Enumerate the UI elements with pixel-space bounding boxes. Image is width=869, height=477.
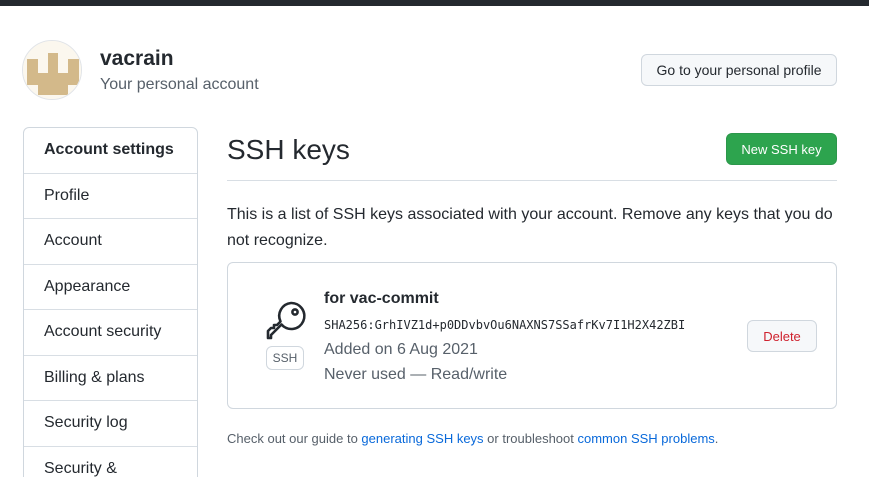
sidebar-item-billing-plans[interactable]: Billing & plans [24, 356, 197, 401]
page-title: SSH keys [227, 134, 350, 165]
title-divider [227, 180, 837, 181]
footer-prefix: Check out our guide to [227, 431, 362, 446]
account-subtitle: Your personal account [100, 76, 259, 93]
footer-middle: or troubleshoot [483, 431, 578, 446]
sidebar-item-profile[interactable]: Profile [24, 174, 197, 219]
sidebar-item-account-security[interactable]: Account security [24, 310, 197, 356]
common-ssh-problems-link[interactable]: common SSH problems [578, 431, 715, 446]
sidebar-item-account[interactable]: Account [24, 219, 197, 265]
avatar[interactable] [22, 40, 82, 100]
sidebar-item-appearance[interactable]: Appearance [24, 265, 197, 310]
key-icon [264, 299, 308, 343]
footer-suffix: . [714, 431, 719, 446]
ssh-key-item: SSH for vac-commit SHA256:GrhIVZ1d+p0DDv… [227, 262, 837, 409]
sidebar-item-security-log[interactable]: Security log [24, 401, 197, 447]
sidebar-item-security-analysis[interactable]: Security & [24, 447, 197, 477]
ssh-key-added-date: Added on 6 Aug 2021 [324, 341, 478, 358]
top-bar [0, 0, 869, 6]
ssh-keys-description: This is a list of SSH keys associated wi… [227, 206, 833, 249]
new-ssh-key-button[interactable]: New SSH key [726, 133, 837, 165]
username: vacrain [100, 47, 174, 70]
go-to-profile-button[interactable]: Go to your personal profile [641, 54, 837, 86]
ssh-key-fingerprint: SHA256:GrhIVZ1d+p0DDvbvOu6NAXNS7SSafrKv7… [324, 318, 686, 332]
sidebar-header-account-settings: Account settings [24, 128, 197, 174]
ssh-key-title: for vac-commit [324, 290, 439, 307]
generating-ssh-keys-link[interactable]: generating SSH keys [361, 431, 483, 446]
settings-sidebar: Account settings Profile Account Appeara… [23, 127, 198, 477]
avatar-identicon [23, 41, 81, 99]
ssh-badge: SSH [266, 346, 304, 370]
delete-ssh-key-button[interactable]: Delete [747, 320, 817, 352]
ssh-key-usage: Never used — Read/write [324, 366, 508, 383]
footer-help-text: Check out our guide to generating SSH ke… [227, 431, 718, 446]
